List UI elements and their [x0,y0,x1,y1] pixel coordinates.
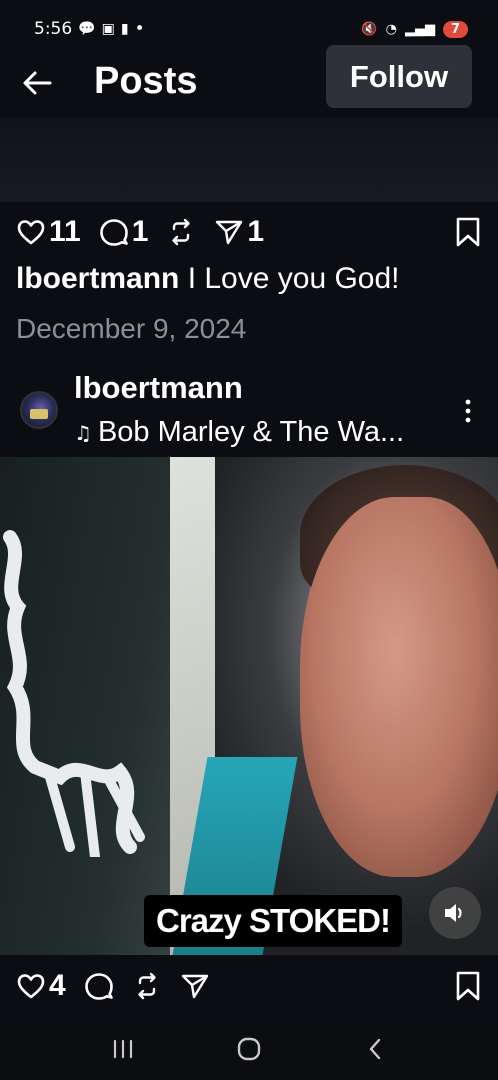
send-icon [181,974,208,999]
chevron-left-icon [369,1038,381,1060]
reel-repost-button[interactable] [132,971,162,1001]
status-dot: • [134,19,145,39]
share-count: 1 [247,215,265,248]
repost-icon [137,972,156,1000]
reel-video[interactable]: Crazy STOKED! [0,457,498,955]
alert-icon: ▮ [120,21,129,37]
heart-icon [17,974,45,999]
page-title: Posts [94,60,198,102]
caption-username[interactable]: lboertmann [16,262,179,295]
post-action-row: 11 1 1 [16,212,482,252]
message-icon: 💬 [78,21,96,37]
reel-author-name[interactable]: lboertmann [74,370,243,406]
back-nav-button[interactable] [355,1029,395,1069]
reel-action-row: 4 [16,966,482,1006]
status-time: 5:56 [34,19,73,39]
like-count: 11 [49,215,81,248]
music-title: Bob Marley & The Wa... [97,416,405,448]
comment-icon [99,219,128,246]
face [300,497,498,877]
battery-indicator: 7 [442,20,468,38]
music-note-icon: ♫ [74,420,92,445]
system-nav-bar [0,1018,498,1080]
wifi-icon: ◔ [385,21,397,37]
reel-share-button[interactable] [180,971,210,1001]
post-caption: lboertmann I Love you God! [16,262,400,296]
screenshot-icon: ▣ [101,21,115,37]
reel-like-count: 4 [49,969,66,1002]
reel-like-button[interactable]: 4 [16,969,66,1003]
repost-icon [172,218,191,246]
reel-comment-button[interactable] [84,971,114,1001]
sound-toggle-button[interactable] [429,887,481,939]
caption-text: I Love you God! [187,262,400,295]
post-date: December 9, 2024 [16,313,247,344]
recent-apps-icon [113,1039,133,1059]
mute-icon: 🔇 [361,21,378,37]
home-icon [237,1037,261,1061]
recent-apps-button[interactable] [103,1029,143,1069]
bookmark-icon[interactable] [454,216,482,248]
arrow-left-icon[interactable] [20,66,54,100]
previous-post-media [0,118,498,202]
comment-count: 1 [131,215,149,248]
follow-button[interactable]: Follow [326,45,472,108]
heart-icon [17,220,45,245]
poster-art [3,530,145,857]
repost-button[interactable] [166,217,196,247]
comment-button[interactable]: 1 [99,215,149,249]
share-button[interactable]: 1 [214,215,264,249]
home-button[interactable] [229,1029,269,1069]
comment-icon [84,973,113,1000]
signal-icon: ▂▄▆ [404,21,435,37]
bookmark-icon[interactable] [454,970,482,1002]
reel-music[interactable]: ♫ Bob Marley & The Wa... [74,416,404,449]
avatar[interactable] [20,391,58,429]
send-icon [216,220,243,245]
caption-sticker: Crazy STOKED! [144,895,402,947]
speaker-icon [445,904,462,922]
like-button[interactable]: 11 [16,215,81,249]
more-vertical-icon[interactable] [458,396,478,426]
